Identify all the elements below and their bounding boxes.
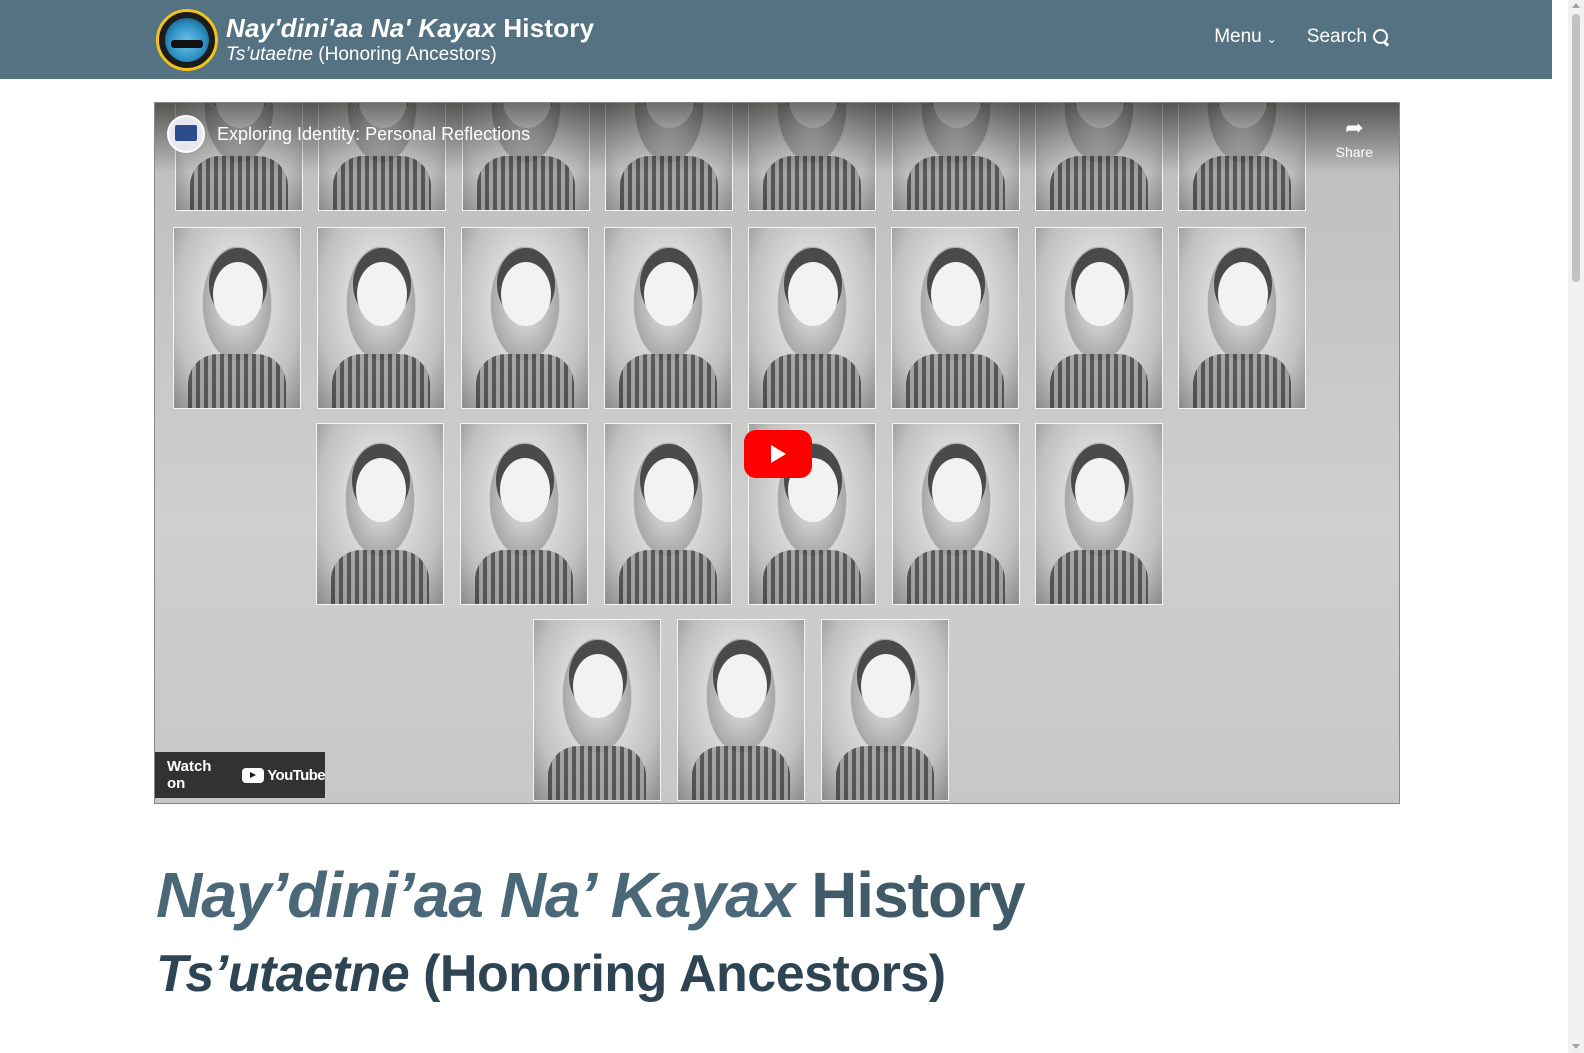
site-title[interactable]: Nay'dini'aa Na' Kayax History — [226, 14, 594, 43]
class-photo-portrait — [891, 227, 1019, 409]
class-photo-portrait — [604, 227, 732, 409]
youtube-wordmark: YouTube — [267, 766, 325, 784]
tribal-seal-logo[interactable] — [156, 9, 218, 71]
class-photo-portrait — [821, 619, 949, 801]
site-brand[interactable]: Nay'dini'aa Na' Kayax History Ts’utaetne… — [156, 9, 594, 71]
page-subtitle: Ts’utaetne (Honoring Ancestors) — [156, 944, 946, 1004]
main-nav: Menu ⌄ Search — [1214, 26, 1390, 48]
logo-emblem — [165, 18, 209, 62]
site-subtitle-italic: Ts’utaetne — [226, 43, 313, 65]
menu-label: Menu — [1214, 26, 1262, 47]
youtube-embed[interactable]: Exploring Identity: Personal Reflections… — [154, 102, 1400, 804]
watch-on-youtube-button[interactable]: Watch on YouTube — [155, 752, 326, 798]
class-photo-portrait — [892, 423, 1020, 605]
search-label: Search — [1306, 26, 1367, 47]
class-photo-portrait — [1178, 227, 1306, 409]
youtube-play-icon — [242, 767, 265, 783]
class-photo-portrait — [461, 227, 589, 409]
class-photo-portrait — [677, 619, 805, 801]
page-title-plain: History — [811, 859, 1025, 931]
page-scrollbar[interactable] — [1568, 0, 1584, 1053]
scroll-up-arrow[interactable] — [1572, 3, 1580, 8]
site-subtitle-plain: (Honoring Ancestors) — [318, 43, 497, 65]
share-arrow-icon: ➦ — [1345, 115, 1364, 140]
class-photo-portrait — [1035, 227, 1163, 409]
site-title-italic: Nay'dini'aa Na' Kayax — [226, 13, 496, 44]
class-photo-portrait — [460, 423, 588, 605]
video-title-bar: Exploring Identity: Personal Reflections… — [155, 103, 1399, 173]
channel-avatar[interactable] — [167, 115, 205, 153]
scrollbar-thumb[interactable] — [1572, 14, 1580, 282]
brand-text[interactable]: Nay'dini'aa Na' Kayax History Ts’utaetne… — [226, 14, 594, 65]
class-photo-portrait — [604, 423, 732, 605]
class-photo-portrait — [173, 227, 301, 409]
share-label: Share — [1335, 144, 1373, 160]
chevron-down-icon: ⌄ — [1266, 32, 1277, 46]
site-title-plain: History — [503, 13, 595, 44]
watch-on-label: Watch on — [167, 758, 212, 792]
youtube-logo: YouTube — [242, 766, 326, 784]
play-button[interactable] — [744, 430, 812, 478]
scroll-down-arrow[interactable] — [1572, 1044, 1580, 1049]
class-photo-portrait — [533, 619, 661, 801]
site-subtitle: Ts’utaetne (Honoring Ancestors) — [226, 43, 594, 66]
page-title-italic: Nay’dini’aa Na’ Kayax — [156, 859, 795, 931]
menu-button[interactable]: Menu ⌄ — [1214, 26, 1277, 48]
share-button[interactable]: ➦ Share — [1335, 115, 1373, 161]
video-title[interactable]: Exploring Identity: Personal Reflections — [217, 124, 530, 145]
class-photo-portrait — [316, 423, 444, 605]
page-subtitle-italic: Ts’utaetne — [156, 945, 410, 1003]
class-photo-portrait — [748, 227, 876, 409]
search-icon — [1372, 28, 1390, 46]
page-title: Nay’dini’aa Na’ Kayax History — [156, 858, 1026, 932]
site-header: Nay'dini'aa Na' Kayax History Ts’utaetne… — [0, 0, 1552, 79]
class-photo-portrait — [1035, 423, 1163, 605]
class-photo-portrait — [317, 227, 445, 409]
page-subtitle-plain: (Honoring Ancestors) — [423, 945, 946, 1003]
search-button[interactable]: Search — [1307, 26, 1390, 48]
